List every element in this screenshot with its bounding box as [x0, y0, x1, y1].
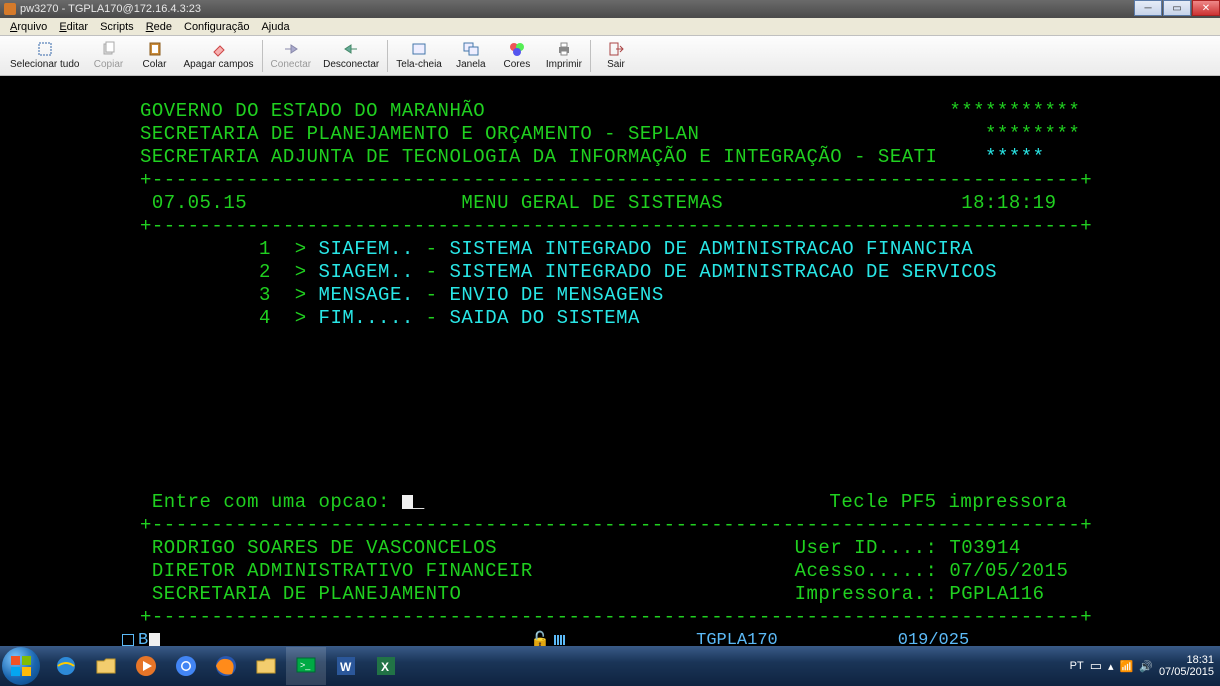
tray-network-icon[interactable]: 📶	[1120, 660, 1134, 673]
word-icon: W	[334, 654, 358, 678]
taskbar-media[interactable]	[126, 647, 166, 685]
status-b: B	[138, 631, 148, 647]
terminal-icon: >_	[294, 654, 318, 678]
terminal-statusbar: B 🔓 TGPLA170 019/025	[0, 629, 1220, 646]
close-button[interactable]: ✕	[1192, 0, 1220, 16]
prompt-line: Entre com uma opcao: _ Tecle PF5 impress…	[140, 491, 1067, 513]
status-indicator-icon	[122, 634, 134, 646]
maximize-button[interactable]: ▭	[1163, 0, 1191, 16]
window-controls: ─ ▭ ✕	[1133, 0, 1220, 18]
taskbar-firefox[interactable]	[206, 647, 246, 685]
tray-speaker-icon[interactable]: 🔊	[1139, 660, 1153, 673]
windows-taskbar: >_ W X PT ▭ ▴ 📶 🔊 18:31 07/05/2015	[0, 646, 1220, 686]
term-sep1: +---------------------------------------…	[140, 169, 1092, 191]
terminal-area[interactable]: GOVERNO DO ESTADO DO MARANHÃO **********…	[0, 76, 1220, 646]
print-button[interactable]: Imprimir	[540, 39, 588, 72]
status-cursor-pos: 019/025	[898, 631, 969, 647]
svg-text:X: X	[381, 660, 389, 674]
taskbar-excel[interactable]: X	[366, 647, 406, 685]
taskbar-explorer[interactable]	[86, 647, 126, 685]
term-header3: SECRETARIA ADJUNTA DE TECNOLOGIA DA INFO…	[140, 146, 1045, 168]
window-icon	[463, 41, 479, 57]
colors-button[interactable]: Cores	[494, 39, 540, 72]
disconnect-button[interactable]: Desconectar	[317, 39, 385, 72]
paste-icon	[147, 41, 163, 57]
connect-icon	[283, 41, 299, 57]
tray-clock[interactable]: 18:31 07/05/2015	[1159, 654, 1214, 678]
print-icon	[556, 41, 572, 57]
taskbar-ie[interactable]	[46, 647, 86, 685]
colors-icon	[509, 41, 525, 57]
toolbar: Selecionar tudo Copiar Colar Apagar camp…	[0, 36, 1220, 76]
menu-item-3: 3 > MENSAGE. - ENVIO DE MENSAGENS	[140, 284, 664, 306]
toolbar-separator	[387, 40, 388, 72]
select-all-button[interactable]: Selecionar tudo	[4, 39, 86, 72]
app-icon	[4, 3, 16, 15]
menu-item-2: 2 > SIAGEM.. - SISTEMA INTEGRADO DE ADMI…	[140, 261, 997, 283]
cursor[interactable]	[402, 495, 413, 509]
taskbar-word[interactable]: W	[326, 647, 366, 685]
connect-button[interactable]: Conectar	[265, 39, 318, 72]
menu-scripts[interactable]: Scripts	[100, 21, 134, 33]
taskbar-chrome[interactable]	[166, 647, 206, 685]
term-sep2: +---------------------------------------…	[140, 215, 1092, 237]
menu-arquivo[interactable]: Arquivo	[10, 21, 47, 33]
ie-icon	[54, 654, 78, 678]
svg-text:>_: >_	[300, 660, 311, 670]
minimize-button[interactable]: ─	[1134, 0, 1162, 16]
firefox-icon	[214, 654, 238, 678]
tray-chevron-up-icon[interactable]: ▴	[1108, 660, 1114, 673]
excel-icon: X	[374, 654, 398, 678]
erase-icon	[211, 41, 227, 57]
start-button[interactable]	[2, 647, 40, 685]
paste-button[interactable]: Colar	[132, 39, 178, 72]
status-block-icon	[149, 633, 160, 646]
taskbar-folder2[interactable]	[246, 647, 286, 685]
toolbar-separator	[590, 40, 591, 72]
copy-button[interactable]: Copiar	[86, 39, 132, 72]
user-line3: SECRETARIA DE PLANEJAMENTO Impressora.: …	[140, 583, 1045, 605]
user-line2: DIRETOR ADMINISTRATIVO FINANCEIR Acesso.…	[140, 560, 1068, 582]
menu-item-1: 1 > SIAFEM.. - SISTEMA INTEGRADO DE ADMI…	[140, 238, 973, 260]
exit-button[interactable]: Sair	[593, 39, 639, 72]
window-title: pw3270 - TGPLA170@172.16.4.3:23	[20, 3, 201, 15]
svg-text:W: W	[340, 660, 352, 674]
term-header1: GOVERNO DO ESTADO DO MARANHÃO **********…	[140, 100, 1080, 122]
keyboard-icon	[554, 635, 566, 645]
fullscreen-button[interactable]: Tela-cheia	[390, 39, 448, 72]
select-all-icon	[37, 41, 53, 57]
tray-flag-icon[interactable]: ▭	[1090, 658, 1102, 674]
chrome-icon	[174, 654, 198, 678]
menubar: Arquivo Editar Scripts Rede Configuração…	[0, 18, 1220, 36]
menu-ajuda[interactable]: Ajuda	[261, 21, 289, 33]
status-terminal-id: TGPLA170	[696, 631, 778, 647]
system-tray: PT ▭ ▴ 📶 🔊 18:31 07/05/2015	[1070, 654, 1220, 678]
menu-rede[interactable]: Rede	[146, 21, 172, 33]
tray-lang[interactable]: PT	[1070, 660, 1084, 672]
clear-fields-button[interactable]: Apagar campos	[178, 39, 260, 72]
media-icon	[134, 654, 158, 678]
window-button[interactable]: Janela	[448, 39, 494, 72]
windows-logo-icon	[10, 655, 32, 677]
terminal-screen: GOVERNO DO ESTADO DO MARANHÃO **********…	[0, 76, 1220, 629]
term-sep4: +---------------------------------------…	[140, 606, 1092, 628]
menu-editar[interactable]: Editar	[59, 21, 88, 33]
term-header2: SECRETARIA DE PLANEJAMENTO E ORÇAMENTO -…	[140, 123, 1080, 145]
fullscreen-icon	[411, 41, 427, 57]
exit-icon	[608, 41, 624, 57]
toolbar-separator	[262, 40, 263, 72]
disconnect-icon	[343, 41, 359, 57]
user-line1: RODRIGO SOARES DE VASCONCELOS User ID...…	[140, 537, 1021, 559]
window-titlebar: pw3270 - TGPLA170@172.16.4.3:23 ─ ▭ ✕	[0, 0, 1220, 18]
menu-item-4: 4 > FIM..... - SAIDA DO SISTEMA	[140, 307, 640, 329]
folder-icon	[254, 654, 278, 678]
menu-configuracao[interactable]: Configuração	[184, 21, 249, 33]
lock-icon: 🔓	[530, 630, 550, 646]
term-titleline: 07.05.15 MENU GERAL DE SISTEMAS 18:18:19	[140, 192, 1056, 214]
copy-icon	[101, 41, 117, 57]
folder-icon	[94, 654, 118, 678]
taskbar-pw3270[interactable]: >_	[286, 647, 326, 685]
term-sep3: +---------------------------------------…	[140, 514, 1092, 536]
